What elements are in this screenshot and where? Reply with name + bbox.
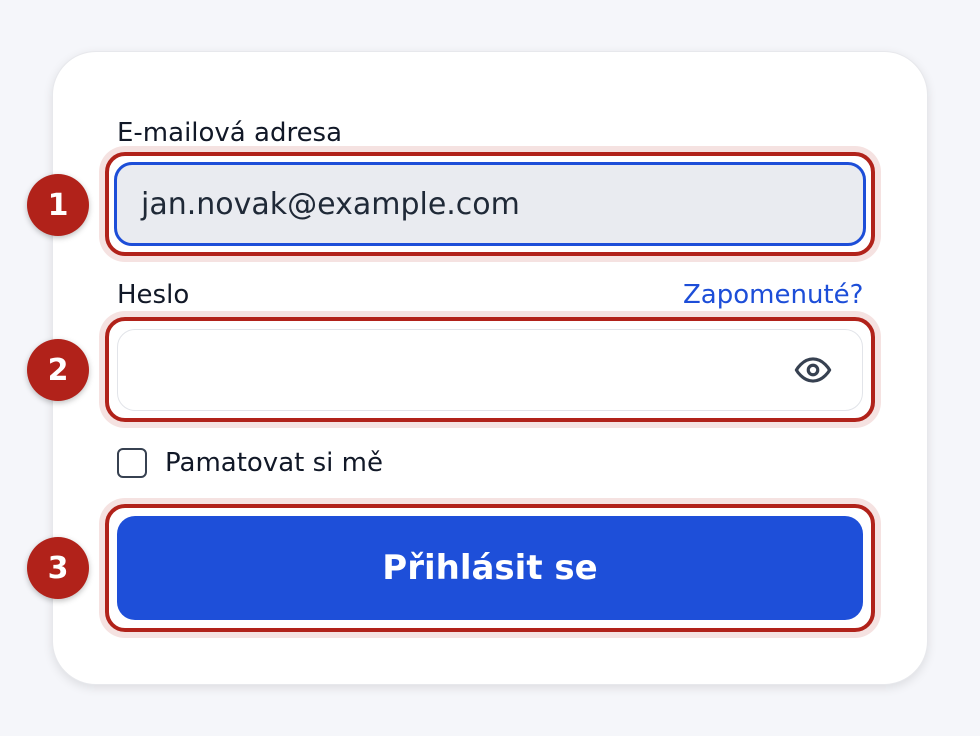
email-value: jan.novak@example.com	[141, 186, 520, 222]
email-label: E-mailová adresa	[117, 118, 343, 148]
login-button[interactable]: Přihlásit se	[117, 516, 863, 620]
page: E-mailová adresa jan.novak@example.com H…	[0, 0, 980, 736]
password-label: Heslo	[117, 280, 190, 310]
step-badge-3: 3	[27, 537, 89, 599]
remember-label: Pamatovat si mě	[165, 448, 383, 478]
login-button-label: Přihlásit se	[382, 548, 598, 588]
email-field[interactable]: jan.novak@example.com	[114, 162, 866, 246]
step-badge-1: 1	[27, 174, 89, 236]
remember-checkbox[interactable]	[117, 448, 147, 478]
forgot-password-link[interactable]: Zapomenuté?	[683, 282, 863, 308]
password-field[interactable]	[117, 329, 863, 411]
eye-icon[interactable]	[794, 351, 832, 389]
step-badge-2: 2	[27, 339, 89, 401]
